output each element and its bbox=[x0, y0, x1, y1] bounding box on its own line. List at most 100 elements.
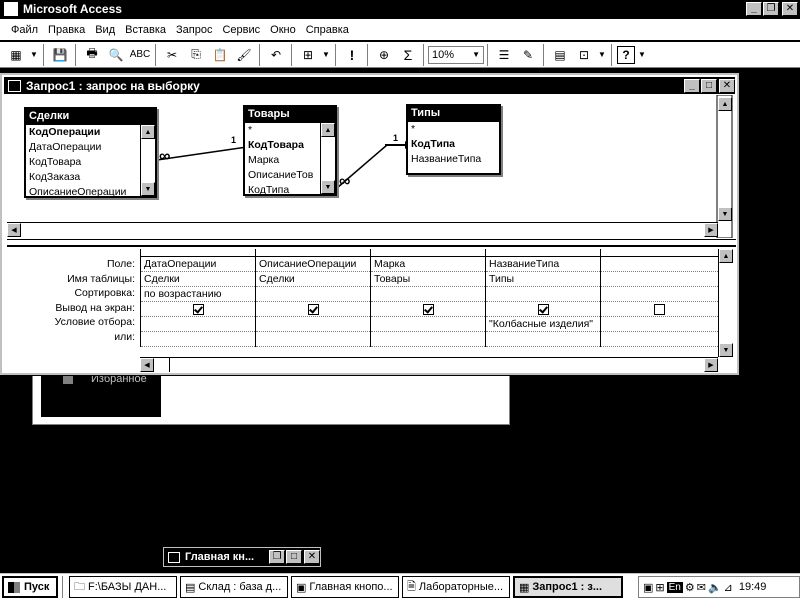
scroll-down-icon[interactable]: ▼ bbox=[141, 182, 155, 196]
grid-cell-or[interactable] bbox=[140, 331, 256, 347]
new-object-icon[interactable]: ⊡ bbox=[573, 44, 595, 66]
clock[interactable]: 19:49 bbox=[739, 581, 767, 593]
grid-cell-field[interactable]: ДатаОперации bbox=[140, 256, 256, 272]
print-preview-icon[interactable]: 🔍 bbox=[105, 44, 127, 66]
undo-icon[interactable]: ↶ bbox=[265, 44, 287, 66]
table-types[interactable]: Типы * КодТипа НазваниеТипа bbox=[406, 104, 501, 175]
query-type-dropdown-icon[interactable]: ▼ bbox=[321, 44, 331, 66]
show-checkbox[interactable] bbox=[422, 303, 434, 315]
scroll-up-icon[interactable]: ▲ bbox=[321, 123, 335, 137]
query-type-icon[interactable]: ⊞ bbox=[297, 44, 319, 66]
pane-splitter[interactable] bbox=[7, 239, 736, 247]
taskbar-item-explorer[interactable]: 🗀 F:\БАЗЫ ДАН... bbox=[69, 576, 177, 598]
minimized-window[interactable]: Главная кн... ❐ □ ✕ bbox=[163, 547, 321, 567]
table-goods-scrollbar[interactable]: ▲ ▼ bbox=[320, 123, 335, 194]
grid-cell-criteria[interactable] bbox=[600, 316, 719, 332]
grid-cell-field[interactable] bbox=[600, 256, 719, 272]
table-types-field[interactable]: НазваниеТипа bbox=[408, 152, 499, 167]
save-icon[interactable]: 💾 bbox=[49, 44, 71, 66]
taskbar-item-database[interactable]: ▤ Склад : база д... bbox=[180, 576, 288, 598]
grid-cell-field[interactable]: Марка bbox=[370, 256, 486, 272]
tray-icon[interactable]: ⊿ bbox=[724, 581, 733, 594]
mini-close-icon[interactable]: ✕ bbox=[304, 550, 320, 564]
column-selector[interactable] bbox=[370, 249, 486, 257]
help-dropdown-icon[interactable]: ▼ bbox=[637, 44, 647, 66]
show-checkbox[interactable] bbox=[307, 303, 319, 315]
menu-insert[interactable]: Вставка bbox=[120, 24, 171, 36]
column-selector[interactable] bbox=[485, 249, 601, 257]
table-types-field[interactable]: * bbox=[408, 122, 499, 137]
menu-window[interactable]: Окно bbox=[265, 24, 301, 36]
grid-cell-field[interactable]: НазваниеТипа bbox=[485, 256, 601, 272]
menu-edit[interactable]: Правка bbox=[43, 24, 90, 36]
table-deals-header[interactable]: Сделки bbox=[26, 109, 155, 125]
grid-cell-criteria[interactable] bbox=[255, 316, 371, 332]
grid-cell-table[interactable]: Сделки bbox=[140, 271, 256, 287]
grid-cell-table[interactable]: Товары bbox=[370, 271, 486, 287]
tray-icon[interactable]: ⊞ bbox=[655, 581, 664, 594]
table-deals-field[interactable]: ОписаниеОперации bbox=[26, 185, 155, 200]
totals-icon[interactable]: Σ bbox=[397, 44, 419, 66]
pane-scroll-up-icon[interactable]: ▲ bbox=[718, 97, 732, 111]
table-goods-header[interactable]: Товары bbox=[245, 107, 335, 123]
restore-icon[interactable]: ❐ bbox=[763, 2, 779, 16]
tray-icon[interactable]: ✉ bbox=[697, 581, 706, 594]
volume-icon[interactable]: 🔈 bbox=[708, 581, 722, 594]
scroll-right-icon[interactable]: ▶ bbox=[704, 223, 718, 237]
view-design-icon[interactable]: ▦ bbox=[5, 44, 27, 66]
show-checkbox[interactable] bbox=[654, 303, 665, 315]
menu-view[interactable]: Вид bbox=[90, 24, 120, 36]
start-button[interactable]: Пуск bbox=[2, 576, 58, 598]
grid-cell-table[interactable]: Типы bbox=[485, 271, 601, 287]
query-maximize-icon[interactable]: □ bbox=[701, 78, 717, 93]
query-minimize-icon[interactable]: _ bbox=[684, 78, 700, 93]
grid-cell-or[interactable] bbox=[370, 331, 486, 347]
scroll-down-icon[interactable]: ▼ bbox=[321, 180, 335, 194]
grid-cell-sort[interactable] bbox=[600, 286, 719, 302]
scroll-right-icon[interactable]: ▶ bbox=[704, 358, 718, 372]
scroll-down-icon[interactable]: ▼ bbox=[719, 343, 733, 357]
show-table-icon[interactable]: ⊕ bbox=[373, 44, 395, 66]
grid-hscrollbar[interactable]: ◀ ▶ bbox=[140, 357, 718, 372]
grid-cell-sort[interactable]: по возрастанию bbox=[140, 286, 256, 302]
run-icon[interactable]: ! bbox=[341, 44, 363, 66]
column-selector[interactable] bbox=[255, 249, 371, 257]
column-selector[interactable] bbox=[600, 249, 719, 257]
column-selector[interactable] bbox=[140, 249, 256, 257]
grid-cell-or[interactable] bbox=[255, 331, 371, 347]
pane-scroll-down-icon[interactable]: ▼ bbox=[718, 207, 732, 221]
scroll-up-icon[interactable]: ▲ bbox=[719, 249, 733, 263]
scroll-left-icon[interactable]: ◀ bbox=[140, 358, 154, 372]
properties-icon[interactable]: ☰ bbox=[493, 44, 515, 66]
show-checkbox[interactable] bbox=[192, 303, 204, 315]
cut-icon[interactable]: ✂ bbox=[161, 44, 183, 66]
grid-cell-criteria[interactable]: "Колбасные изделия" bbox=[485, 316, 601, 332]
menu-help[interactable]: Справка bbox=[301, 24, 354, 36]
show-checkbox[interactable] bbox=[537, 303, 549, 315]
format-painter-icon[interactable]: 🖌 bbox=[233, 44, 255, 66]
table-deals-scrollbar[interactable]: ▲ ▼ bbox=[140, 125, 155, 196]
table-deals-field[interactable]: КодТовара bbox=[26, 155, 155, 170]
spelling-icon[interactable]: ABC bbox=[129, 44, 151, 66]
table-deals-field[interactable]: ДатаОперации bbox=[26, 140, 155, 155]
menu-tools[interactable]: Сервис bbox=[217, 24, 265, 36]
grid-cell-sort[interactable] bbox=[485, 286, 601, 302]
scroll-thumb[interactable] bbox=[155, 358, 170, 372]
table-types-field[interactable]: КодТипа bbox=[408, 137, 499, 152]
grid-cell-sort[interactable] bbox=[370, 286, 486, 302]
tray-icon[interactable]: ⚙ bbox=[685, 581, 695, 594]
mini-restore-icon[interactable]: ❐ bbox=[269, 550, 285, 564]
grid-cell-field[interactable]: ОписаниеОперации bbox=[255, 256, 371, 272]
grid-cell-sort[interactable] bbox=[255, 286, 371, 302]
table-types-header[interactable]: Типы bbox=[408, 106, 499, 122]
view-dropdown-icon[interactable]: ▼ bbox=[29, 44, 39, 66]
top-values-select[interactable]: 10% ▼ bbox=[428, 45, 484, 64]
grid-vscrollbar[interactable]: ▲ ▼ bbox=[718, 249, 733, 357]
grid-cell-table[interactable] bbox=[600, 271, 719, 287]
grid-cell-criteria[interactable] bbox=[140, 316, 256, 332]
scroll-left-icon[interactable]: ◀ bbox=[7, 223, 21, 237]
grid-cell-table[interactable]: Сделки bbox=[255, 271, 371, 287]
grid-cell-criteria[interactable] bbox=[370, 316, 486, 332]
minimize-icon[interactable]: _ bbox=[746, 2, 762, 16]
mini-maximize-icon[interactable]: □ bbox=[286, 550, 302, 564]
